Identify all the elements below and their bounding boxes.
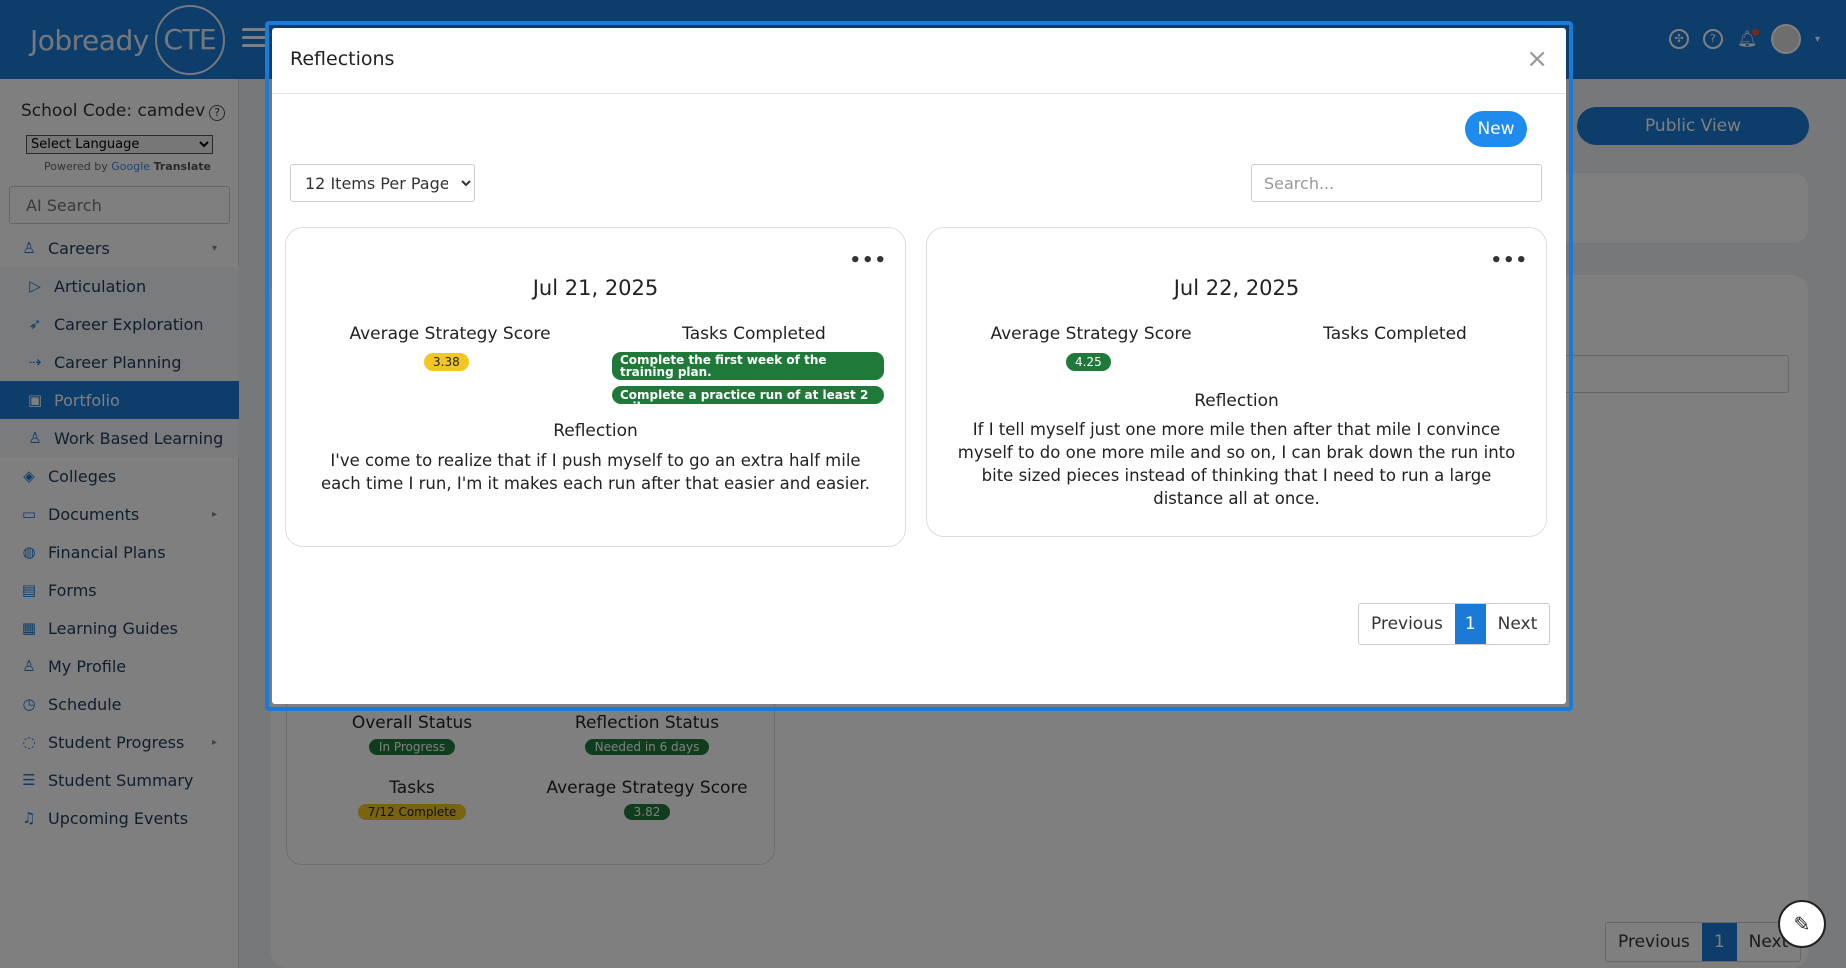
reflection-text: I've come to realize that if I push myse… — [320, 451, 871, 493]
more-options-icon[interactable]: ••• — [1490, 250, 1528, 271]
close-icon[interactable]: × — [1526, 44, 1548, 74]
modal-title: Reflections — [290, 48, 395, 70]
completed-task-badge: Complete the first week of the training … — [612, 352, 884, 380]
completed-task-badge: Complete a practice run of at least 2 mi… — [612, 386, 884, 413]
next-page-button[interactable]: Next — [1486, 604, 1550, 644]
previous-page-button[interactable]: Previous — [1359, 604, 1455, 644]
feedback-fab-icon[interactable]: ✎ — [1778, 900, 1826, 948]
average-score-badge: 4.25 — [1066, 353, 1111, 371]
reflection-card: ••• Jul 21, 2025 Average Strategy Score … — [285, 227, 906, 547]
reflection-label: Reflection — [553, 421, 638, 441]
page-1-button[interactable]: 1 — [1454, 604, 1486, 644]
reflection-card: ••• Jul 22, 2025 Average Strategy Score … — [926, 227, 1547, 537]
items-per-page-select[interactable]: 12 Items Per Page — [290, 164, 475, 202]
more-options-icon[interactable]: ••• — [849, 250, 887, 271]
reflections-modal: Reflections × New 12 Items Per Page ••• … — [272, 28, 1566, 704]
pagination: Previous 1 Next — [1358, 603, 1551, 645]
reflection-date: Jul 21, 2025 — [532, 276, 659, 300]
average-score-label: Average Strategy Score — [990, 324, 1192, 344]
reflection-label: Reflection — [1194, 391, 1279, 411]
average-score-label: Average Strategy Score — [349, 324, 551, 344]
tasks-completed-label: Tasks Completed — [682, 324, 826, 344]
search-input[interactable] — [1251, 164, 1542, 202]
average-score-badge: 3.38 — [424, 353, 469, 371]
reflection-text: If I tell myself just one more mile then… — [957, 420, 1516, 508]
tasks-completed-label: Tasks Completed — [1323, 324, 1467, 344]
modal-header: Reflections × — [272, 28, 1566, 94]
reflection-date: Jul 22, 2025 — [1173, 276, 1300, 300]
new-reflection-button[interactable]: New — [1465, 111, 1527, 147]
